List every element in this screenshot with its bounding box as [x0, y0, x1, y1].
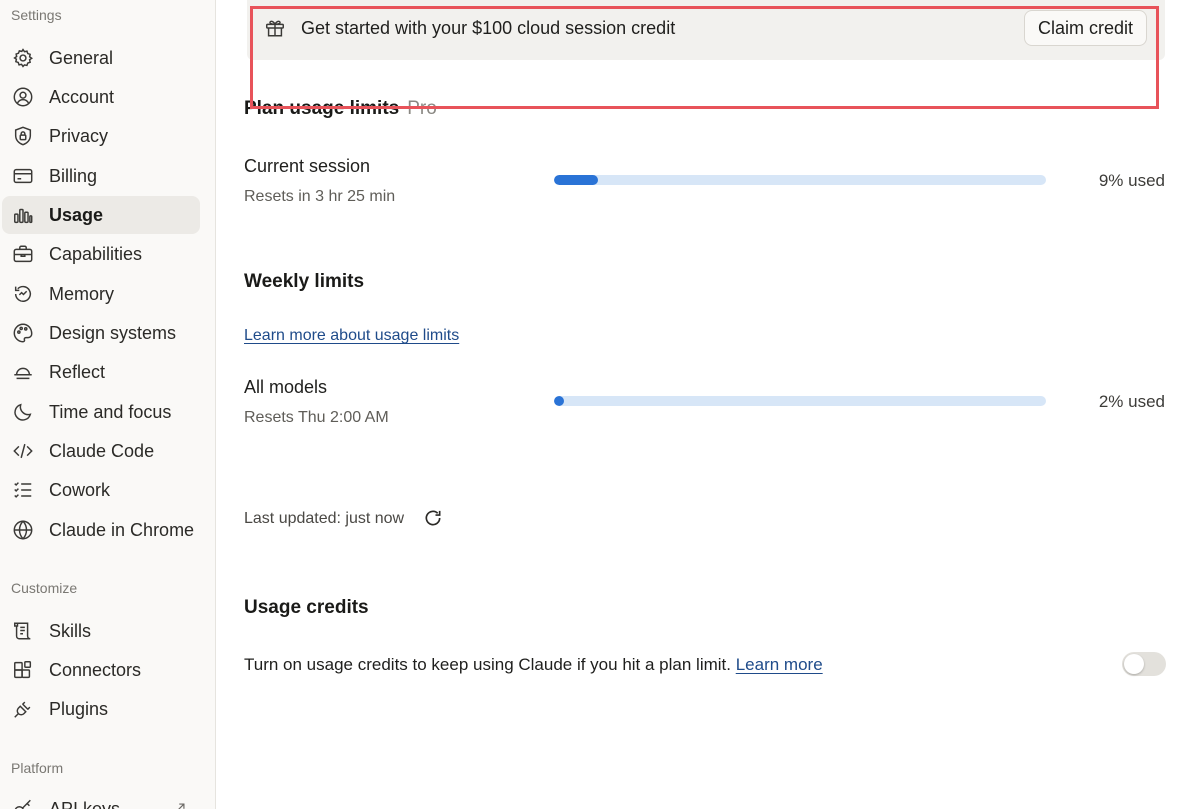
learn-more-link[interactable]: Learn more: [736, 655, 823, 674]
usage-credits-text: Turn on usage credits to keep using Clau…: [244, 655, 731, 674]
current-session-used: 9% used: [1098, 171, 1165, 190]
sidebar-item-design-systems[interactable]: Design systems: [2, 314, 200, 352]
sidebar-item-capabilities[interactable]: Capabilities: [2, 235, 200, 273]
current-session-progress-fill: [554, 175, 599, 185]
learn-more-usage-limits-link[interactable]: Learn more about usage limits: [244, 327, 459, 345]
sidebar-item-claude-code[interactable]: Claude Code: [2, 432, 200, 470]
sidebar-item-claude-in-chrome[interactable]: Claude in Chrome: [2, 511, 200, 549]
sidebar-item-label: Design systems: [49, 322, 177, 343]
code-icon: [12, 440, 34, 462]
checklist-icon: [12, 479, 34, 501]
current-session-progress-bar: [554, 175, 1046, 185]
sidebar-item-skills[interactable]: Skills: [2, 612, 200, 650]
last-updated-text: Last updated: just now: [244, 510, 405, 527]
all-models-progress-fill: [554, 396, 564, 406]
current-session-reset: Resets in 3 hr 25 min: [244, 188, 396, 205]
refresh-icon[interactable]: [423, 508, 443, 528]
palette-icon: [12, 322, 34, 344]
sidebar-item-privacy[interactable]: Privacy: [2, 117, 200, 155]
current-session-title: Current session: [244, 156, 371, 176]
memory-icon: [12, 283, 34, 305]
sidebar-item-plugins[interactable]: Plugins: [2, 690, 200, 728]
sidebar-item-connectors[interactable]: Connectors: [2, 651, 200, 689]
all-models-reset: Resets Thu 2:00 AM: [244, 409, 389, 426]
sidebar-item-api-keys[interactable]: API keys: [2, 790, 200, 809]
toolbox-icon: [12, 243, 34, 265]
sidebar-item-account[interactable]: Account: [2, 78, 200, 116]
sidebar-item-label: Usage: [49, 204, 104, 225]
globe-icon: [12, 519, 34, 541]
plan-usage-title: Plan usage limits Pro: [244, 98, 437, 120]
sidebar-item-label: General: [49, 47, 114, 68]
plug-icon: [12, 698, 34, 720]
moon-icon: [12, 401, 34, 423]
sidebar-item-label: Reflect: [49, 361, 106, 382]
sidebar-item-label: Privacy: [49, 125, 109, 146]
sidebar-item-reflect[interactable]: Reflect: [2, 353, 200, 391]
plan-usage-title-text: Plan usage limits: [244, 98, 400, 119]
key-icon: [12, 798, 34, 809]
sidebar-item-label: Billing: [49, 165, 98, 186]
sidebar-item-label: Claude Code: [49, 440, 155, 461]
claim-credit-button[interactable]: Claim credit: [1023, 10, 1147, 46]
sidebar-item-label: Claude in Chrome: [49, 519, 195, 540]
usage-credits-title: Usage credits: [244, 597, 369, 618]
all-models-used: 2% used: [1098, 392, 1165, 411]
credit-banner: Get started with your $100 cloud session…: [247, 0, 1165, 60]
sidebar-item-label: API keys: [49, 798, 121, 809]
sidebar-item-label: Plugins: [49, 698, 109, 719]
banner-text: Get started with your $100 cloud session…: [301, 18, 676, 38]
sidebar-section-platform: Platform: [11, 760, 64, 776]
usage-settings-panel: Get started with your $100 cloud session…: [216, 0, 1200, 809]
sidebar-item-general[interactable]: General: [2, 39, 200, 77]
settings-sidebar: Settings General Account Privacy Billing…: [0, 0, 216, 809]
sidebar-item-time-and-focus[interactable]: Time and focus: [2, 393, 200, 431]
scroll-icon: [12, 620, 34, 642]
plan-tier-badge: Pro: [407, 98, 437, 119]
toggle-knob: [1124, 654, 1144, 674]
gear-icon: [12, 47, 34, 69]
sidebar-item-memory[interactable]: Memory: [2, 275, 200, 313]
sidebar-item-usage[interactable]: Usage: [2, 196, 200, 234]
sidebar-item-label: Cowork: [49, 479, 111, 500]
weekly-limits-title: Weekly limits: [244, 271, 365, 292]
all-models-progress-bar: [554, 396, 1046, 406]
sidebar-section-settings: Settings: [11, 7, 62, 23]
bar-chart-icon: [12, 204, 34, 226]
usage-credits-description: Turn on usage credits to keep using Clau…: [244, 655, 823, 675]
blocks-icon: [12, 659, 34, 681]
sidebar-section-customize: Customize: [11, 580, 78, 596]
sidebar-item-label: Memory: [49, 283, 115, 304]
sidebar-item-label: Time and focus: [49, 401, 172, 422]
sidebar-item-label: Skills: [49, 620, 92, 641]
external-link-icon: [174, 800, 188, 809]
usage-credits-toggle[interactable]: [1122, 652, 1166, 676]
sidebar-item-label: Capabilities: [49, 243, 143, 264]
user-circle-icon: [12, 86, 34, 108]
gift-icon: [264, 17, 286, 39]
sidebar-item-cowork[interactable]: Cowork: [2, 471, 200, 509]
sunset-icon: [12, 361, 34, 383]
sidebar-item-billing[interactable]: Billing: [2, 157, 200, 195]
credit-card-icon: [12, 165, 34, 187]
sidebar-item-label: Connectors: [49, 659, 142, 680]
all-models-title: All models: [244, 377, 328, 397]
sidebar-item-label: Account: [49, 86, 115, 107]
shield-lock-icon: [12, 125, 34, 147]
